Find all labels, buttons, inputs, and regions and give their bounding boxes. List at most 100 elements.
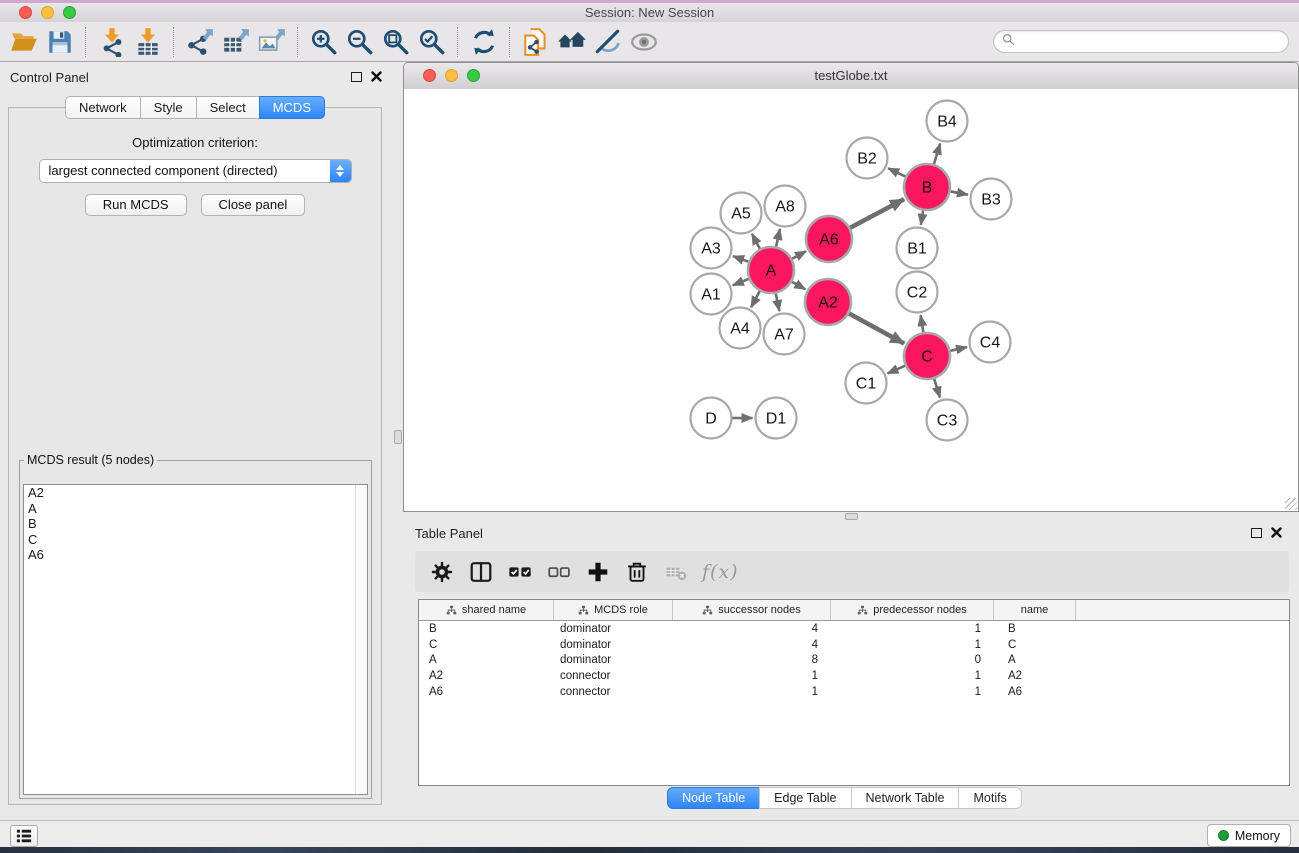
zoom-fit-icon[interactable] (378, 24, 414, 60)
tab-network[interactable]: Network (65, 96, 141, 119)
cell-MCDS-role[interactable]: dominator (554, 623, 673, 635)
tab-node-table[interactable]: Node Table (667, 787, 760, 809)
cell-name[interactable]: B (994, 623, 1076, 635)
open-file-icon[interactable] (6, 24, 42, 60)
cell-shared-name[interactable]: B (419, 623, 554, 635)
scrollbar-track[interactable] (355, 485, 367, 794)
graph-node-B4[interactable]: B4 (927, 101, 968, 142)
table-row[interactable]: A2connector11A2 (419, 668, 1289, 684)
graph-node-A8[interactable]: A8 (765, 186, 806, 227)
export-image-icon[interactable] (254, 24, 290, 60)
cell-predecessor-nodes[interactable]: 1 (831, 670, 994, 682)
result-list-item[interactable]: A6 (24, 547, 367, 563)
result-list-item[interactable]: C (24, 532, 367, 548)
graph-node-C1[interactable]: C1 (846, 363, 887, 404)
cell-predecessor-nodes[interactable]: 1 (831, 623, 994, 635)
close-panel-icon[interactable] (371, 71, 382, 82)
task-history-button[interactable] (10, 825, 38, 847)
mcds-result-list[interactable]: A2ABCA6 (23, 484, 368, 795)
graph-node-B[interactable]: B (904, 164, 950, 210)
cell-predecessor-nodes[interactable]: 1 (831, 686, 994, 698)
close-panel-button[interactable]: Close panel (201, 194, 306, 216)
result-list-item[interactable]: A2 (24, 485, 367, 501)
network-graph[interactable]: AA1A2A3A4A5A6A7A8BB1B2B3B4CC1C2C3C4DD1 (404, 89, 1298, 511)
show-hide-graphics-details-icon[interactable] (590, 24, 626, 60)
tab-style[interactable]: Style (140, 96, 197, 119)
cell-predecessor-nodes[interactable]: 0 (831, 654, 994, 666)
cell-MCDS-role[interactable]: connector (554, 670, 673, 682)
cell-shared-name[interactable]: A (419, 654, 554, 666)
result-list-item[interactable]: A (24, 501, 367, 517)
graph-node-C2[interactable]: C2 (897, 272, 938, 313)
cell-successor-nodes[interactable]: 1 (673, 670, 831, 682)
graph-node-A3[interactable]: A3 (691, 228, 732, 269)
column-header-shared-name[interactable]: shared name (419, 600, 554, 620)
optimization-criterion-select[interactable]: largest connected component (directed) (39, 159, 352, 183)
table-row[interactable]: A6connector11A6 (419, 684, 1289, 700)
cell-successor-nodes[interactable]: 4 (673, 639, 831, 651)
export-table-icon[interactable] (218, 24, 254, 60)
graph-node-A[interactable]: A (748, 247, 794, 293)
table-row[interactable]: Adominator80A (419, 653, 1289, 669)
float-panel-icon[interactable] (351, 72, 362, 82)
graph-edge-C-C3[interactable] (934, 379, 940, 398)
graph-node-C3[interactable]: C3 (927, 400, 968, 441)
graph-node-B1[interactable]: B1 (897, 228, 938, 269)
column-header-name[interactable]: name (994, 600, 1076, 620)
cell-name[interactable]: A (994, 654, 1076, 666)
graph-edge-B-B3[interactable] (951, 191, 968, 194)
tab-motifs[interactable]: Motifs (958, 787, 1021, 809)
column-header-MCDS-role[interactable]: MCDS role (554, 600, 673, 620)
zoom-out-icon[interactable] (342, 24, 378, 60)
delete-column-icon[interactable] (624, 559, 650, 585)
graph-edge-C-C1[interactable] (887, 366, 905, 374)
cell-shared-name[interactable]: C (419, 639, 554, 651)
show-columns-icon[interactable] (468, 559, 494, 585)
save-session-icon[interactable] (42, 24, 78, 60)
node-table[interactable]: shared nameMCDS rolesuccessor nodesprede… (418, 599, 1290, 786)
tab-edge-table[interactable]: Edge Table (759, 787, 851, 809)
graph-node-A4[interactable]: A4 (720, 308, 761, 349)
deselect-all-icon[interactable] (546, 559, 572, 585)
cell-successor-nodes[interactable]: 4 (673, 623, 831, 635)
tab-mcds[interactable]: MCDS (259, 96, 325, 119)
cell-MCDS-role[interactable]: dominator (554, 654, 673, 666)
cell-successor-nodes[interactable]: 1 (673, 686, 831, 698)
graph-edge-A-A3[interactable] (733, 256, 748, 262)
search-input[interactable] (1020, 34, 1288, 50)
close-panel-icon[interactable] (1271, 527, 1282, 538)
window-resize-grip[interactable] (1285, 498, 1297, 510)
minimize-window-button[interactable] (41, 6, 54, 19)
cell-shared-name[interactable]: A2 (419, 670, 554, 682)
cell-successor-nodes[interactable]: 8 (673, 654, 831, 666)
graph-edge-A-A8[interactable] (776, 229, 780, 247)
graph-node-D[interactable]: D (691, 398, 732, 439)
result-list-item[interactable]: B (24, 516, 367, 532)
graph-edge-A-A2[interactable] (792, 282, 805, 290)
graph-edge-A-A1[interactable] (733, 279, 749, 285)
network-zoom-button[interactable] (467, 69, 480, 82)
graph-edge-C-C2[interactable] (921, 315, 924, 332)
import-table-icon[interactable] (130, 24, 166, 60)
graph-edge-A-A6[interactable] (792, 251, 806, 258)
table-row[interactable]: Bdominator41B (419, 621, 1289, 637)
float-panel-icon[interactable] (1251, 528, 1262, 538)
graph-edge-A-A4[interactable] (751, 291, 760, 307)
horizontal-split-divider-handle[interactable] (845, 513, 858, 520)
zoom-in-icon[interactable] (306, 24, 342, 60)
graph-node-B2[interactable]: B2 (847, 138, 888, 179)
cell-shared-name[interactable]: A6 (419, 686, 554, 698)
graph-edge-A6-B[interactable] (850, 199, 904, 228)
graph-node-A5[interactable]: A5 (721, 193, 762, 234)
zoom-window-button[interactable] (63, 6, 76, 19)
close-window-button[interactable] (19, 6, 32, 19)
graph-node-D1[interactable]: D1 (756, 398, 797, 439)
cell-MCDS-role[interactable]: dominator (554, 639, 673, 651)
graph-edge-B-B4[interactable] (934, 143, 940, 164)
vertical-split-divider-handle[interactable] (394, 430, 402, 444)
graph-node-B3[interactable]: B3 (971, 179, 1012, 220)
network-close-button[interactable] (423, 69, 436, 82)
tab-network-table[interactable]: Network Table (851, 787, 960, 809)
graph-edge-A2-C[interactable] (849, 313, 904, 343)
new-network-from-selection-icon[interactable] (518, 24, 554, 60)
